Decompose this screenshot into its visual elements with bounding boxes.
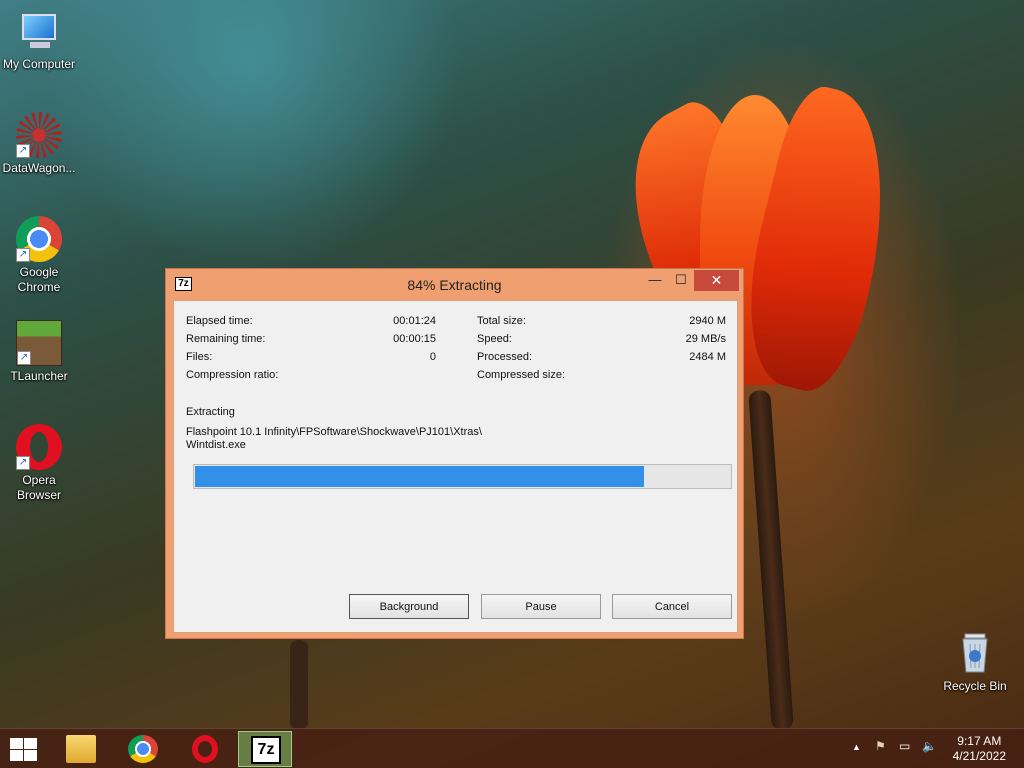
windows-logo-icon [24, 750, 37, 761]
clock-date: 4/21/2022 [952, 749, 1006, 763]
desktop-icon-opera-browser[interactable]: ↗ Opera Browser [0, 424, 78, 503]
shortcut-arrow-icon: ↗ [16, 456, 30, 470]
remaining-time-value: 00:00:15 [393, 333, 436, 345]
opera-icon [192, 735, 218, 763]
folder-icon [66, 735, 96, 763]
taskbar-opera[interactable] [178, 731, 232, 767]
taskbar-7zip[interactable]: 7z [238, 731, 292, 767]
speed-label: Speed: [477, 333, 512, 345]
computer-icon [16, 8, 62, 54]
windows-logo-icon [10, 738, 23, 749]
recycle-bin-icon [952, 630, 998, 676]
shortcut-arrow-icon: ↗ [16, 248, 30, 262]
desktop-icon-google-chrome[interactable]: ↗ Google Chrome [0, 216, 78, 295]
window-client-area: Elapsed time: 00:01:24 Remaining time: 0… [173, 300, 738, 633]
files-value: 0 [429, 351, 436, 363]
remaining-time-label: Remaining time: [186, 333, 266, 345]
7zip-icon: 7z [251, 736, 281, 764]
processed-label: Processed: [477, 351, 533, 363]
chrome-icon: ↗ [16, 216, 62, 262]
compression-ratio-label: Compression ratio: [186, 369, 279, 381]
window-titlebar[interactable]: 7z 84% Extracting — ☐ ✕ [166, 269, 743, 300]
datawagon-icon: ↗ [16, 112, 62, 158]
close-button[interactable]: ✕ [694, 270, 739, 291]
windows-logo-icon [24, 738, 37, 749]
desktop-icon-label: DataWagon... [2, 161, 76, 175]
show-hidden-icons-button[interactable]: ▲ [852, 742, 861, 752]
wallpaper-flower-stem [748, 389, 794, 731]
progress-fill [195, 466, 644, 487]
desktop-icon-label: Opera Browser [16, 473, 61, 502]
processed-value: 2484 M [689, 351, 726, 363]
desktop-icon-my-computer[interactable]: My Computer [0, 8, 78, 72]
tlauncher-icon: ↗ [16, 320, 62, 366]
background-button[interactable]: Background [349, 594, 469, 619]
action-center-flag-icon[interactable]: ⚑ [875, 739, 886, 753]
maximize-button[interactable]: ☐ [668, 270, 694, 291]
system-clock[interactable]: 9:17 AM 4/21/2022 [953, 734, 1006, 764]
pause-button[interactable]: Pause [481, 594, 601, 619]
desktop-icon-label: TLauncher [10, 369, 68, 383]
operation-label: Extracting [186, 406, 235, 418]
extract-progress-window: 7z 84% Extracting — ☐ ✕ Elapsed time: 00… [165, 268, 744, 639]
total-size-label: Total size: [477, 315, 526, 327]
cancel-button[interactable]: Cancel [612, 594, 732, 619]
elapsed-time-value: 00:01:24 [393, 315, 436, 327]
network-icon[interactable]: ▭ [899, 739, 910, 753]
taskbar-file-explorer[interactable] [54, 731, 108, 767]
files-label: Files: [186, 351, 213, 363]
start-button[interactable] [8, 737, 38, 761]
desktop-icon-datawagon[interactable]: ↗ DataWagon... [0, 112, 78, 176]
current-file: Wintdist.exe [186, 439, 246, 451]
minimize-button[interactable]: — [642, 270, 668, 291]
wallpaper-stem-small [290, 640, 308, 730]
compressed-size-label: Compressed size: [477, 369, 566, 381]
opera-icon: ↗ [16, 424, 62, 470]
desktop-icon-recycle-bin[interactable]: Recycle Bin [936, 630, 1014, 694]
taskbar-google-chrome[interactable] [116, 731, 170, 767]
volume-icon[interactable]: 🔈 [922, 739, 937, 753]
elapsed-time-label: Elapsed time: [186, 315, 253, 327]
current-path: Flashpoint 10.1 Infinity\FPSoftware\Shoc… [186, 426, 482, 438]
chrome-icon [128, 735, 158, 763]
windows-logo-icon [10, 750, 23, 761]
clock-time: 9:17 AM [957, 734, 1002, 748]
desktop-icon-label: Google Chrome [17, 265, 61, 294]
shortcut-arrow-icon: ↗ [17, 351, 31, 365]
extract-progress-bar [193, 464, 732, 489]
speed-value: 29 MB/s [685, 333, 726, 345]
taskbar: 7z ▲ ⚑ ▭ 🔈 9:17 AM 4/21/2022 [0, 728, 1024, 768]
total-size-value: 2940 M [689, 315, 726, 327]
desktop-icon-label: My Computer [2, 57, 76, 71]
shortcut-arrow-icon: ↗ [16, 144, 30, 158]
desktop-icon-label: Recycle Bin [943, 679, 1007, 693]
desktop-icon-tlauncher[interactable]: ↗ TLauncher [0, 320, 78, 384]
